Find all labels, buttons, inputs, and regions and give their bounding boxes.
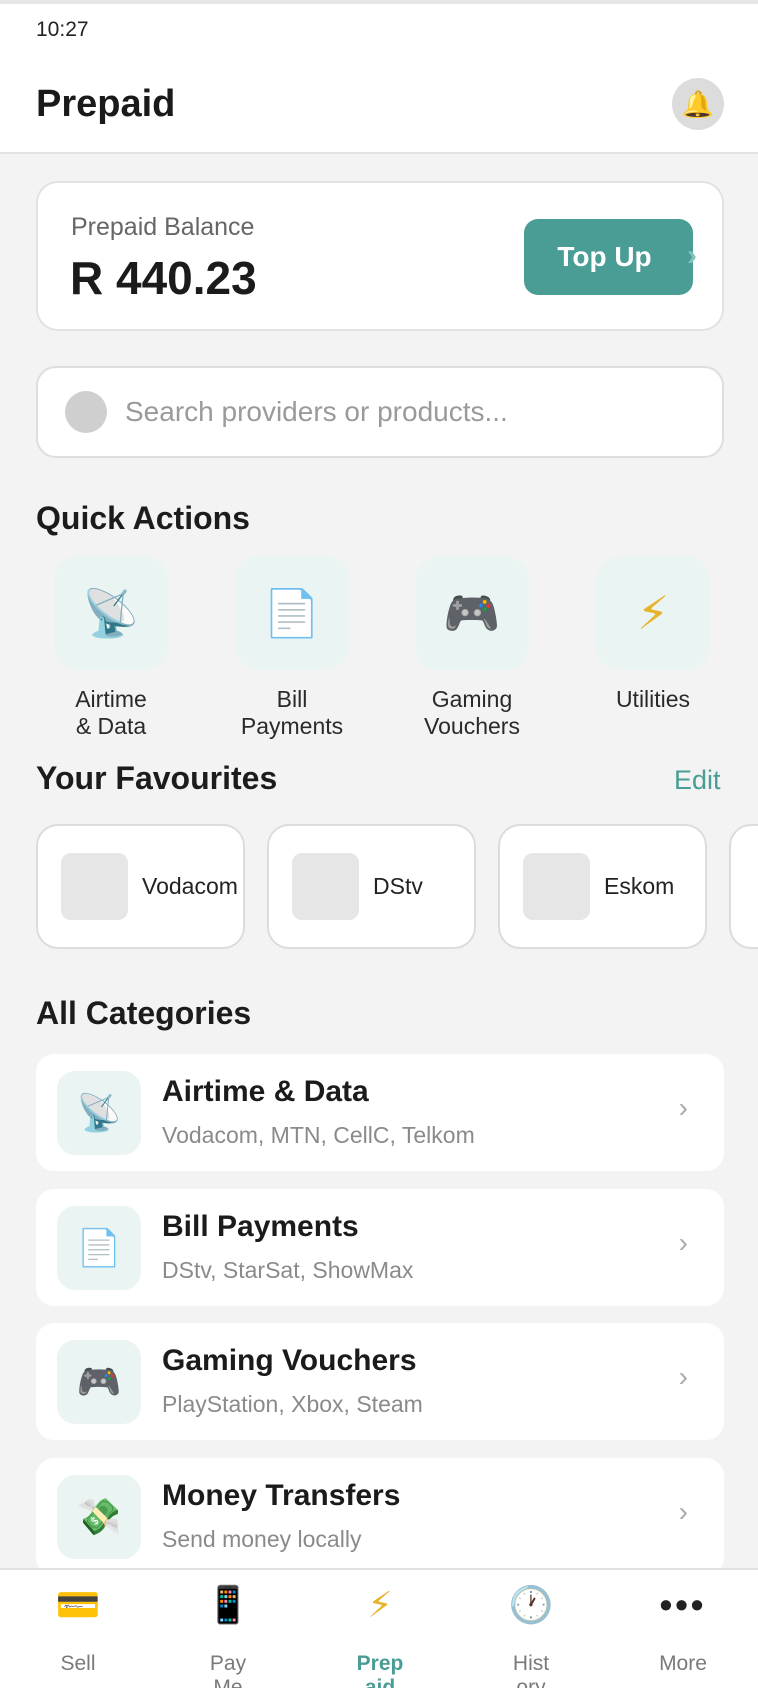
search-input[interactable]: Search providers or products... xyxy=(125,396,508,428)
chevron-right-icon: › xyxy=(678,1092,688,1123)
provider-logo xyxy=(292,853,359,920)
balance-card: Prepaid Balance R 440.23 Top Up › xyxy=(36,181,724,331)
game-controller-icon: 🎮 xyxy=(415,556,529,670)
favourite-eskom[interactable]: Eskom xyxy=(498,824,707,949)
clock-icon: 🕐 xyxy=(508,1584,554,1625)
category-airtime-data[interactable]: 📡 Airtime & Data Vodacom, MTN, CellC, Te… xyxy=(36,1054,724,1171)
app-header: Prepaid 🔔 xyxy=(0,56,758,154)
tab-label: Pay Me xyxy=(209,1652,247,1688)
lightning-icon: ⚡ xyxy=(596,556,710,670)
satellite-dish-icon: 📡 xyxy=(54,556,168,670)
document-icon: 📄 xyxy=(235,556,349,670)
quick-action-label: Airtime & Data xyxy=(75,686,147,739)
favourite-name: Vodacom xyxy=(142,873,238,899)
all-categories-title: All Categories xyxy=(36,995,252,1031)
favourite-name: Eskom xyxy=(604,873,675,899)
search-icon xyxy=(65,391,107,433)
tab-more[interactable]: ••• More xyxy=(623,1570,743,1688)
provider-logo xyxy=(61,853,128,920)
tab-label: Hist ory xyxy=(512,1652,550,1688)
category-title: Bill Payments xyxy=(162,1210,359,1243)
chevron-right-icon: › xyxy=(687,239,697,272)
category-subtitle: DStv, StarSat, ShowMax xyxy=(162,1257,414,1283)
status-time: 10:27 xyxy=(36,18,89,41)
tab-label: More xyxy=(659,1652,707,1675)
search-bar[interactable]: Search providers or products... xyxy=(36,366,724,458)
quick-action-label: Bill Payments xyxy=(240,686,344,739)
quick-action-bills[interactable]: 📄 Bill Payments xyxy=(217,556,367,740)
category-title: Airtime & Data xyxy=(162,1075,369,1108)
quick-action-gaming[interactable]: 🎮 Gaming Vouchers xyxy=(397,556,547,740)
more-dots-icon: ••• xyxy=(659,1584,707,1625)
tab-history[interactable]: 🕐 Hist ory xyxy=(471,1570,591,1688)
category-subtitle: PlayStation, Xbox, Steam xyxy=(162,1391,423,1417)
category-money-transfers[interactable]: 💸 Money Transfers Send money locally › xyxy=(36,1458,724,1575)
favourite-dstv[interactable]: DStv xyxy=(267,824,476,949)
quick-action-label: Utilities xyxy=(615,686,691,712)
notifications-button[interactable]: 🔔 xyxy=(672,78,724,130)
favourites-title: Your Favourites xyxy=(36,760,278,796)
quick-action-utilities[interactable]: ⚡ Utilities xyxy=(578,556,728,713)
tab-prepaid[interactable]: ⚡ Prep aid xyxy=(320,1570,440,1688)
satellite-dish-icon: 📡 xyxy=(57,1071,141,1155)
category-gaming-vouchers[interactable]: 🎮 Gaming Vouchers PlayStation, Xbox, Ste… xyxy=(36,1323,724,1440)
tab-label: Prep aid xyxy=(356,1652,404,1688)
chevron-right-icon: › xyxy=(678,1361,688,1392)
category-bill-payments[interactable]: 📄 Bill Payments DStv, StarSat, ShowMax › xyxy=(36,1189,724,1306)
chevron-right-icon: › xyxy=(678,1227,688,1258)
tab-sell[interactable]: 💳 Sell xyxy=(18,1570,138,1688)
credit-card-icon: 💳 xyxy=(55,1584,101,1625)
page-title: Prepaid xyxy=(36,82,176,125)
provider-logo xyxy=(523,853,590,920)
game-controller-icon: 🎮 xyxy=(57,1340,141,1424)
bell-icon: 🔔 xyxy=(681,88,715,119)
favourite-name: DStv xyxy=(373,873,423,899)
status-bar: 10:27 xyxy=(0,4,758,56)
document-icon: 📄 xyxy=(57,1206,141,1290)
category-title: Gaming Vouchers xyxy=(162,1344,417,1377)
quick-actions-title: Quick Actions xyxy=(36,500,250,536)
favourite-vodacom[interactable]: Vodacom xyxy=(36,824,245,949)
quick-action-label: Gaming Vouchers xyxy=(424,686,520,739)
category-subtitle: Vodacom, MTN, CellC, Telkom xyxy=(162,1122,475,1148)
mobile-phone-icon: 📱 xyxy=(205,1584,251,1625)
quick-action-airtime[interactable]: 📡 Airtime & Data xyxy=(36,556,186,740)
edit-favourites-link[interactable]: Edit xyxy=(674,765,721,796)
tab-label: Sell xyxy=(60,1652,96,1675)
balance-amount: R 440.23 xyxy=(70,252,257,304)
top-up-button[interactable]: Top Up › xyxy=(524,219,697,295)
favourite-partial-card[interactable] xyxy=(729,824,758,949)
top-up-label: Top Up xyxy=(557,241,652,272)
money-wings-icon: 💸 xyxy=(57,1475,141,1559)
category-title: Money Transfers xyxy=(162,1479,401,1512)
lightning-icon: ⚡ xyxy=(367,1584,393,1625)
category-subtitle: Send money locally xyxy=(162,1526,362,1552)
bottom-tab-bar: 💳 Sell 📱 Pay Me ⚡ Prep aid 🕐 Hist ory ••… xyxy=(0,1568,758,1688)
balance-label: Prepaid Balance xyxy=(71,213,255,241)
chevron-right-icon: › xyxy=(678,1496,688,1527)
tab-pay-me[interactable]: 📱 Pay Me xyxy=(168,1570,288,1688)
